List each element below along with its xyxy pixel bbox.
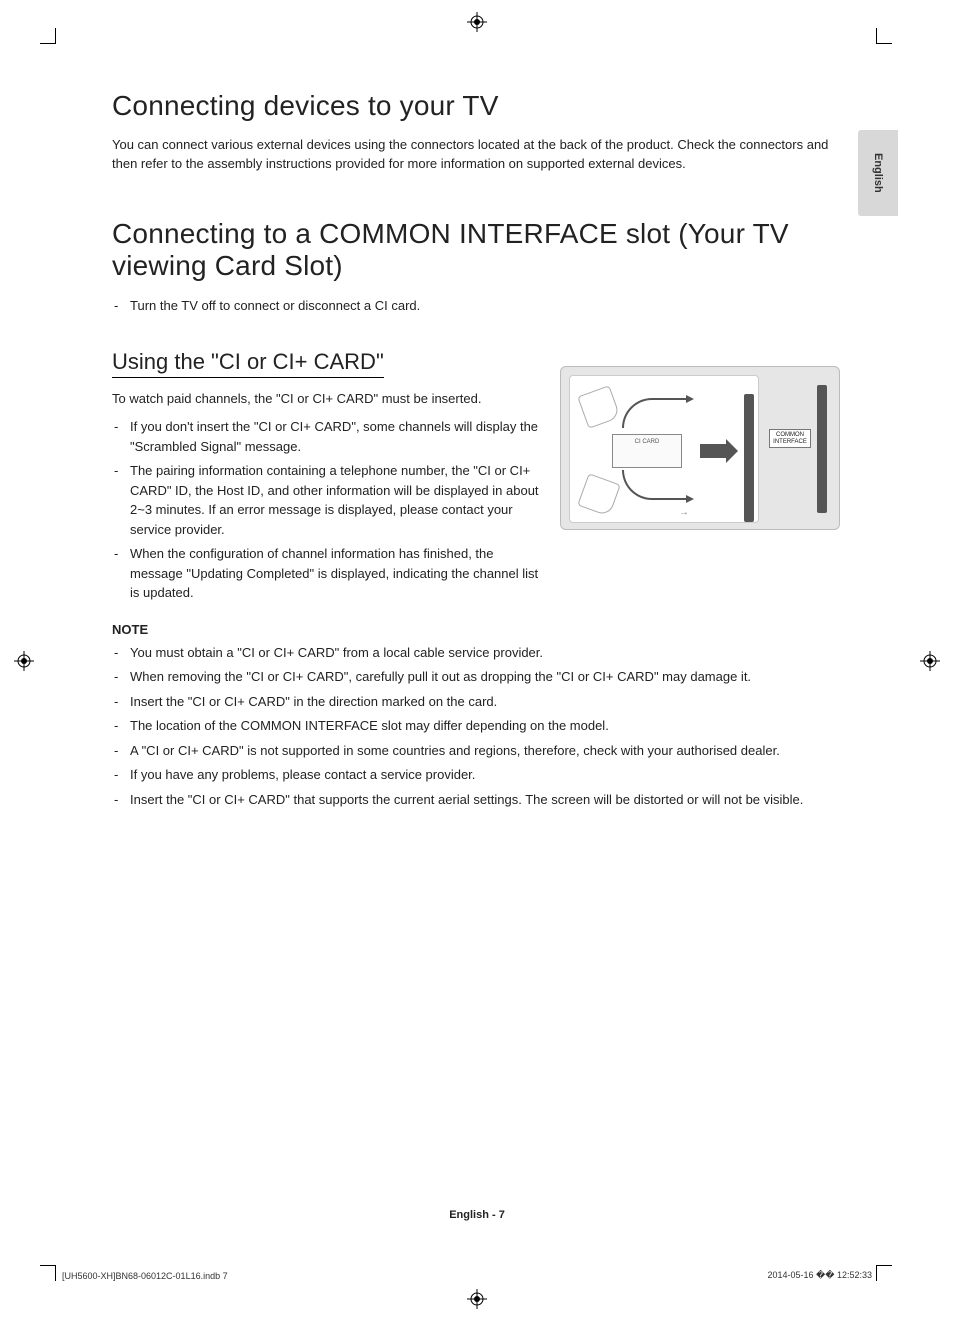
crop-mark bbox=[876, 1265, 892, 1281]
hand-icon bbox=[577, 473, 621, 517]
slot-graphic bbox=[744, 394, 754, 522]
page-footer: English - 7 bbox=[0, 1209, 954, 1221]
arrow-right-icon bbox=[700, 444, 726, 458]
crop-mark bbox=[40, 28, 56, 44]
ci-intro-text: To watch paid channels, the "CI or CI+ C… bbox=[112, 390, 542, 409]
list-item: The pairing information containing a tel… bbox=[130, 461, 542, 539]
list-item: You must obtain a "CI or CI+ CARD" from … bbox=[130, 643, 840, 663]
hand-icon bbox=[577, 385, 621, 429]
crop-mark bbox=[876, 28, 892, 44]
heading-connecting-devices: Connecting devices to your TV bbox=[112, 90, 840, 122]
list-item: Insert the "CI or CI+ CARD" in the direc… bbox=[130, 692, 840, 712]
registration-mark-icon bbox=[467, 12, 487, 32]
arrow-curve-icon bbox=[622, 470, 692, 500]
list-item: If you don't insert the "CI or CI+ CARD"… bbox=[130, 417, 542, 456]
print-filename: [UH5600-XH]BN68-06012C-01L16.indb 7 bbox=[62, 1271, 228, 1281]
list-item: Turn the TV off to connect or disconnect… bbox=[130, 296, 840, 316]
common-interface-label: COMMON INTERFACE bbox=[769, 429, 811, 448]
slot-graphic bbox=[817, 385, 827, 513]
arrow-right-icon: → bbox=[679, 507, 689, 518]
list-item: A "CI or CI+ CARD" is not supported in s… bbox=[130, 741, 840, 761]
list-item: Insert the "CI or CI+ CARD" that support… bbox=[130, 790, 840, 810]
crop-mark bbox=[40, 1265, 56, 1281]
ci-intro-list: Turn the TV off to connect or disconnect… bbox=[112, 296, 840, 316]
language-tab-label: English bbox=[872, 153, 884, 193]
note-list: You must obtain a "CI or CI+ CARD" from … bbox=[112, 643, 840, 810]
note-heading: NOTE bbox=[112, 622, 840, 637]
language-tab: English bbox=[858, 130, 898, 216]
registration-mark-icon bbox=[467, 1289, 487, 1309]
page-content: Connecting devices to your TV You can co… bbox=[112, 90, 840, 814]
ci-card-label: CI CARD bbox=[635, 439, 660, 445]
list-item: The location of the COMMON INTERFACE slo… bbox=[130, 716, 840, 736]
list-item: When the configuration of channel inform… bbox=[130, 544, 542, 603]
subheading-using-ci-card: Using the "CI or CI+ CARD" bbox=[112, 349, 384, 378]
registration-mark-icon bbox=[14, 651, 34, 671]
list-item: When removing the "CI or CI+ CARD", care… bbox=[130, 667, 840, 687]
intro-paragraph: You can connect various external devices… bbox=[112, 136, 840, 174]
ci-usage-list: If you don't insert the "CI or CI+ CARD"… bbox=[112, 417, 542, 603]
diagram-panel: CI CARD → bbox=[569, 375, 759, 523]
registration-mark-icon bbox=[920, 651, 940, 671]
list-item: If you have any problems, please contact… bbox=[130, 765, 840, 785]
ci-card-graphic: CI CARD → bbox=[612, 434, 682, 468]
heading-common-interface: Connecting to a COMMON INTERFACE slot (Y… bbox=[112, 218, 840, 282]
arrow-curve-icon bbox=[622, 398, 692, 428]
ci-card-diagram: CI CARD → COMMON INTERFACE bbox=[560, 366, 840, 530]
print-timestamp: 2014-05-16 �� 12:52:33 bbox=[767, 1270, 872, 1281]
